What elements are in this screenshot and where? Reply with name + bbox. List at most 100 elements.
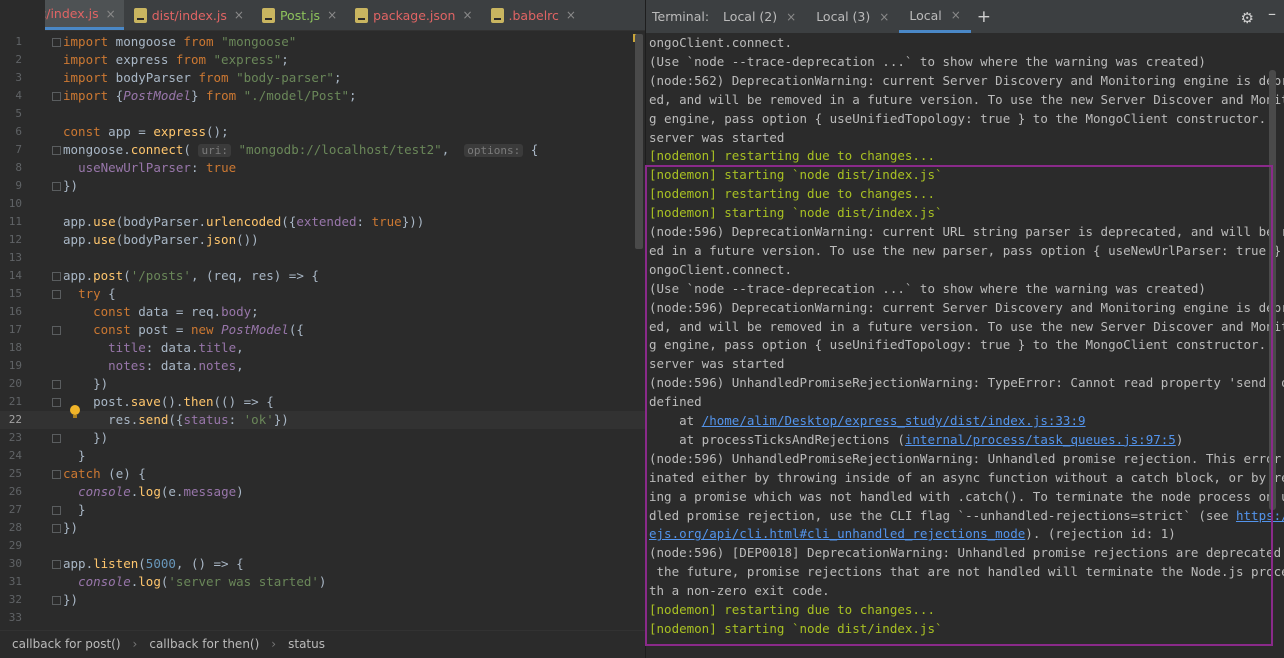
breadcrumb-item[interactable]: status [288, 637, 325, 651]
code-text: mongoose.connect( uri: "mongodb://localh… [63, 142, 539, 157]
code-line[interactable]: 2 import express from "express"; [0, 51, 645, 69]
close-icon[interactable]: × [106, 7, 116, 21]
code-line[interactable]: 29 [0, 537, 645, 555]
close-icon[interactable]: × [951, 8, 961, 22]
terminal-line: g engine, pass option { useUnifiedTopolo… [649, 109, 1266, 128]
fold-marker-icon[interactable] [52, 470, 61, 479]
code-line[interactable]: 25 catch (e) { [0, 465, 645, 483]
fold-marker-icon[interactable] [52, 506, 61, 515]
code-text: const data = req.body; [93, 304, 259, 319]
fold-marker-icon[interactable] [52, 434, 61, 443]
line-number: 13 [8, 251, 22, 264]
code-line[interactable]: 24 } [0, 447, 645, 465]
close-icon[interactable]: × [566, 8, 576, 22]
close-icon[interactable]: × [879, 10, 889, 24]
fold-marker-icon[interactable] [52, 290, 61, 299]
editor-tab[interactable]: .babelrc × [481, 0, 584, 30]
code-line[interactable]: 1 import mongoose from "mongoose" [0, 33, 645, 51]
fold-marker-icon[interactable] [52, 596, 61, 605]
code-text: app.listen(5000, () => { [63, 556, 244, 571]
code-line[interactable]: 27 } [0, 501, 645, 519]
editor-scrollbar[interactable] [635, 34, 643, 249]
fold-marker-icon[interactable] [52, 92, 61, 101]
line-number: 9 [15, 179, 22, 192]
code-line[interactable]: 23 }) [0, 429, 645, 447]
terminal-line-text: [nodemon] restarting due to changes... [649, 148, 935, 164]
code-line[interactable]: 11 app.use(bodyParser.urlencoded({extende… [0, 213, 645, 231]
new-terminal-tab-button[interactable]: + [977, 7, 991, 27]
code-line[interactable]: 18 title: data.title, [0, 339, 645, 357]
close-icon[interactable]: × [462, 8, 472, 22]
code-line[interactable]: 33 [0, 609, 645, 627]
terminal-tab[interactable]: Local (2) × [713, 0, 806, 33]
terminal-tab[interactable]: Local × [899, 0, 971, 33]
fold-marker-icon[interactable] [52, 326, 61, 335]
lightbulb-icon[interactable] [70, 405, 80, 418]
code-line[interactable]: 19 notes: data.notes, [0, 357, 645, 375]
code-text: }) [63, 376, 109, 391]
code-line[interactable]: 21 post.save().then(() => { [0, 393, 645, 411]
code-line[interactable]: 9}) [0, 177, 645, 195]
line-number: 19 [8, 359, 22, 372]
code-line[interactable]: 7 mongoose.connect( uri: "mongodb://local… [0, 141, 645, 159]
close-icon[interactable]: × [786, 10, 796, 24]
code-line[interactable]: 3 import bodyParser from "body-parser"; [0, 69, 645, 87]
code-line[interactable]: 5 [0, 105, 645, 123]
code-line[interactable]: 6 const app = express(); [0, 123, 645, 141]
fold-marker-icon[interactable] [52, 182, 61, 191]
line-number: 30 [8, 557, 22, 570]
editor-tab[interactable]: dist/index.js × [124, 0, 252, 30]
breadcrumb-item[interactable]: callback for then() [149, 637, 259, 651]
code-text: import express from "express"; [63, 52, 289, 67]
fold-marker-icon[interactable] [52, 380, 61, 389]
fold-marker-icon[interactable] [52, 38, 61, 47]
code-line[interactable]: 32}) [0, 591, 645, 609]
terminal-tabs: Local (2) × Local (3) × Local × [713, 0, 971, 33]
close-icon[interactable]: × [234, 8, 244, 22]
terminal-tab[interactable]: Local (3) × [806, 0, 899, 33]
editor-tab-label: .babelrc [508, 7, 559, 23]
line-number: 20 [8, 377, 22, 390]
terminal-line: [nodemon] restarting due to changes... [649, 146, 935, 165]
line-number: 23 [8, 431, 22, 444]
code-line[interactable]: 22 res.send({status: 'ok'}) [0, 411, 645, 429]
code-line[interactable]: 30 app.listen(5000, () => { [0, 555, 645, 573]
code-line[interactable]: 10 [0, 195, 645, 213]
code-line[interactable]: 12 app.use(bodyParser.json()) [0, 231, 645, 249]
editor-tab-label: package.json [373, 7, 456, 23]
code-text: } [63, 502, 86, 517]
terminal-title: Terminal: [652, 9, 710, 24]
editor-tab[interactable]: Post.js × [252, 0, 345, 30]
line-number: 31 [8, 575, 22, 588]
fold-marker-icon[interactable] [52, 272, 61, 281]
code-line[interactable]: 14 app.post('/posts', (req, res) => { [0, 267, 645, 285]
code-line[interactable]: 15 try { [0, 285, 645, 303]
terminal-line-text: server was started [649, 129, 785, 145]
code-text: app.post('/posts', (req, res) => { [63, 268, 319, 283]
code-line[interactable]: 4 import {PostModel} from "./model/Post"; [0, 87, 645, 105]
code-area[interactable]: 1 import mongoose from "mongoose" 2 import … [0, 33, 645, 627]
code-line[interactable]: 16 const data = req.body; [0, 303, 645, 321]
close-icon[interactable]: × [327, 8, 337, 22]
code-text: import mongoose from "mongoose" [63, 34, 297, 49]
fold-marker-icon[interactable] [52, 524, 61, 533]
code-line[interactable]: 13 [0, 249, 645, 267]
code-line[interactable]: 17 const post = new PostModel({ [0, 321, 645, 339]
fold-marker-icon[interactable] [52, 146, 61, 155]
code-line[interactable]: 20 }) [0, 375, 645, 393]
breadcrumb-item[interactable]: callback for post() [12, 637, 121, 651]
editor-tab[interactable]: package.json × [345, 0, 480, 30]
code-text: }) [63, 520, 79, 535]
code-line[interactable]: 31 console.log('server was started') [0, 573, 645, 591]
fold-marker-icon[interactable] [52, 398, 61, 407]
gear-icon[interactable]: ⚙ [1241, 9, 1254, 27]
code-text: } [63, 448, 86, 463]
code-text: }) [63, 178, 79, 193]
code-line[interactable]: 28}) [0, 519, 645, 537]
minimize-icon[interactable]: – [1268, 4, 1276, 23]
code-text: post.save().then(() => { [63, 394, 274, 409]
code-line[interactable]: 26 console.log(e.message) [0, 483, 645, 501]
code-line[interactable]: 8 useNewUrlParser: true [0, 159, 645, 177]
line-number: 3 [15, 71, 22, 84]
fold-marker-icon[interactable] [52, 560, 61, 569]
